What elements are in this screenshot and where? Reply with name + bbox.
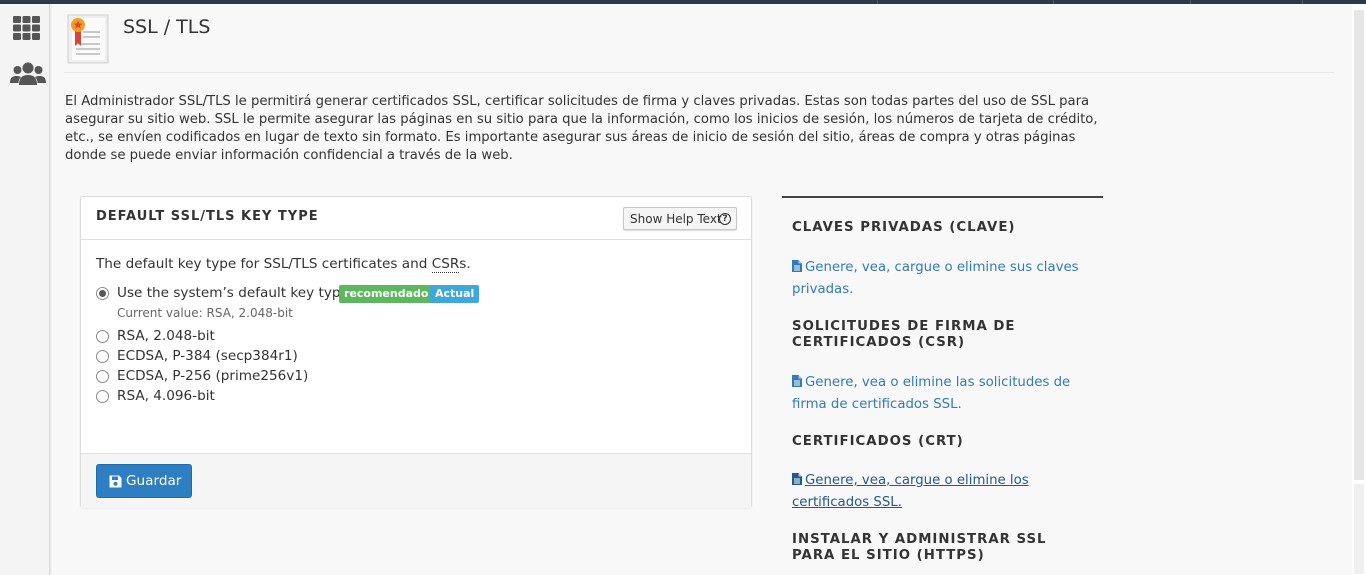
floppy-disk-icon: [109, 475, 122, 488]
users-icon[interactable]: [10, 58, 46, 90]
panel-title: DEFAULT SSL/TLS KEY TYPE: [96, 209, 319, 224]
link-text: Genere, vea o elimine las solicitudes de…: [792, 375, 1071, 412]
top-bar-divider: [1190, 0, 1191, 4]
page-scrollbar[interactable]: [1352, 4, 1366, 575]
radio-rsa-4096[interactable]: [96, 390, 109, 403]
key-type-description: The default key type for SSL/TLS certifi…: [96, 256, 471, 273]
private-keys-link[interactable]: Genere, vea, cargue o elimine sus claves…: [792, 257, 1092, 300]
option-label: RSA, 4.096-bit: [117, 388, 215, 404]
option-label: RSA, 2.048-bit: [117, 328, 215, 344]
help-button-label: Show Help Text: [630, 212, 722, 226]
option-rsa-4096[interactable]: RSA, 4.096-bit: [96, 387, 296, 407]
link-text: Genere, vea, cargue o elimine los certif…: [792, 473, 1029, 510]
current-badge: Actual: [430, 285, 480, 303]
scrollbar-thumb[interactable]: [1354, 10, 1364, 480]
option-label: Use the system’s default key type.: [117, 285, 354, 301]
panel-header: DEFAULT SSL/TLS KEY TYPE Show Help Text …: [81, 197, 751, 240]
top-bar-divider: [1053, 0, 1054, 4]
section-heading-csr: SOLICITUDES DE FIRMA DE CERTIFICADOS (CS…: [792, 319, 1016, 350]
question-circle-icon: ?: [719, 213, 731, 225]
section-heading-private-keys: CLAVES PRIVADAS (CLAVE): [792, 220, 1016, 235]
show-help-text-button[interactable]: Show Help Text ?: [623, 207, 737, 230]
description-suffix: s.: [459, 256, 471, 272]
file-icon: [792, 471, 802, 492]
file-icon: [792, 258, 802, 279]
csr-abbreviation: CSR: [431, 256, 460, 273]
option-label: ECDSA, P-384 (secp384r1): [117, 348, 298, 364]
ssl-certificate-icon: [66, 14, 110, 64]
top-bar: [0, 0, 1366, 4]
link-text: Genere, vea, cargue o elimine sus claves…: [792, 260, 1079, 297]
top-bar-divider: [877, 0, 878, 4]
intro-text: El Administrador SSL/TLS le permitirá ge…: [65, 94, 1098, 163]
top-bar-divider: [1302, 0, 1303, 4]
save-button[interactable]: Guardar: [96, 464, 192, 498]
page-title: SSL / TLS: [123, 16, 211, 38]
csr-link[interactable]: Genere, vea o elimine las solicitudes de…: [792, 372, 1092, 415]
file-icon: [792, 373, 802, 394]
option-rsa-2048[interactable]: RSA, 2.048-bit: [96, 327, 296, 347]
option-label: ECDSA, P-256 (prime256v1): [117, 368, 309, 384]
current-value-text: Current value: RSA, 2.048-bit: [117, 306, 293, 320]
related-links-column: CLAVES PRIVADAS (CLAVE) Genere, vea, car…: [782, 196, 1103, 575]
left-sidebar: [0, 4, 50, 575]
panel-footer: Guardar: [81, 453, 751, 508]
option-ecdsa-p256[interactable]: ECDSA, P-256 (prime256v1): [96, 367, 336, 387]
radio-rsa-2048[interactable]: [96, 330, 109, 343]
title-divider: [64, 72, 1334, 73]
save-button-label: Guardar: [126, 473, 182, 489]
section-heading-certificates: CERTIFICADOS (CRT): [792, 434, 964, 449]
scrollbar-track: [1354, 484, 1364, 574]
radio-ecdsa-p384[interactable]: [96, 350, 109, 363]
option-ecdsa-p384[interactable]: ECDSA, P-384 (secp384r1): [96, 347, 336, 367]
recommended-badge: recomendado: [339, 285, 434, 303]
radio-ecdsa-p256[interactable]: [96, 370, 109, 383]
section-heading-install-ssl: INSTALAR Y ADMINISTRAR SSL PARA EL SITIO…: [792, 532, 1047, 563]
option-system-default[interactable]: Use the system’s default key type. recom…: [96, 284, 496, 304]
certificates-link[interactable]: Genere, vea, cargue o elimine los certif…: [792, 470, 1092, 513]
radio-system-default[interactable]: [96, 287, 109, 300]
apps-grid-icon[interactable]: [10, 12, 42, 44]
default-key-type-panel: DEFAULT SSL/TLS KEY TYPE Show Help Text …: [80, 196, 752, 508]
description-text: The default key type for SSL/TLS certifi…: [96, 256, 432, 272]
